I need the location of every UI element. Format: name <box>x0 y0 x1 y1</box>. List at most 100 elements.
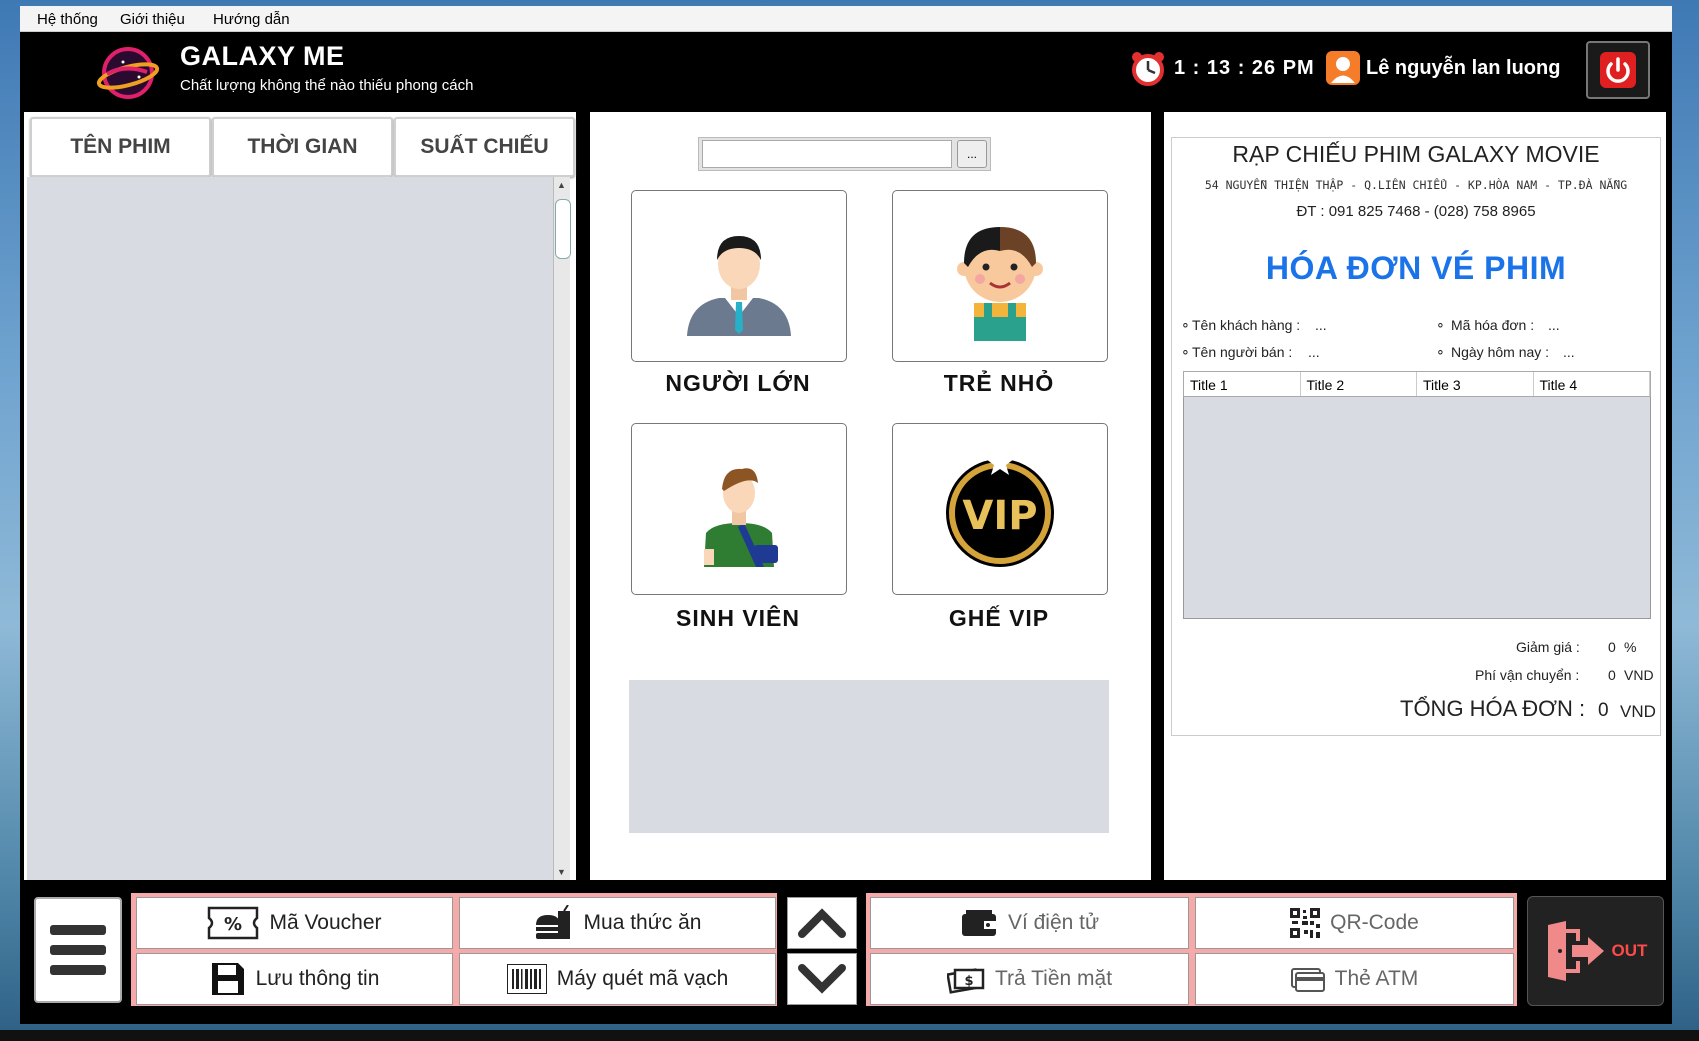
search-button[interactable]: ... <box>957 140 987 168</box>
atm-card-button[interactable]: Thẻ ATM <box>1195 953 1514 1005</box>
e-wallet-label: Ví điện tử <box>1007 911 1100 934</box>
ticket-vip-card[interactable]: VIP <box>892 423 1108 595</box>
hamburger-icon <box>50 925 106 935</box>
voucher-button[interactable]: % Mã Voucher <box>136 897 453 949</box>
hamburger-icon-bar <box>50 945 106 955</box>
svg-text:$: $ <box>964 974 973 989</box>
barcode-icon <box>506 964 547 994</box>
column-header[interactable]: Title 1 <box>1184 372 1301 396</box>
qr-code-icon <box>1290 908 1321 938</box>
clock-display: 1 : 13 : 26 PM <box>1174 57 1315 79</box>
customer-label: Tên khách hàng : <box>1192 317 1301 333</box>
seller-bullet: ∘ <box>1181 343 1190 359</box>
discount-value: 0 <box>1608 639 1616 655</box>
app-slogan: Chất lượng không thể nào thiếu phong các… <box>180 77 474 94</box>
search-input[interactable] <box>702 140 952 168</box>
invoice-table-header: Title 1 Title 2 Title 3 Title 4 <box>1183 371 1651 397</box>
movie-list-scrollbar[interactable]: ▲ ▼ <box>553 177 571 880</box>
seller-value: ... <box>1308 344 1320 360</box>
movie-list[interactable] <box>27 177 553 880</box>
scroll-up-button[interactable] <box>787 897 857 949</box>
customer-bullet: ∘ <box>1181 316 1190 332</box>
cinema-address: 54 NGUYỄN THIỆN THẬP - Q.LIÊN CHIỂU - KP… <box>1204 178 1628 192</box>
barcode-scanner-button[interactable]: Máy quét mã vạch <box>459 953 776 1005</box>
alarm-clock-icon <box>1130 50 1166 86</box>
save-info-label: Lưu thông tin <box>255 967 380 990</box>
save-info-button[interactable]: Lưu thông tin <box>136 953 453 1005</box>
voucher-label: Mã Voucher <box>269 911 382 934</box>
chevron-down-icon <box>798 964 846 994</box>
adult-man-icon <box>687 236 791 336</box>
tab-suat-chieu[interactable]: SUẤT CHIẾU <box>394 117 575 177</box>
date-value: ... <box>1563 344 1575 360</box>
shipping-label: Phí vận chuyển : <box>1475 667 1580 683</box>
menu-huong-dan[interactable]: Hướng dẫn <box>213 11 290 28</box>
column-header[interactable]: Title 4 <box>1534 372 1650 396</box>
hamburger-menu-button[interactable] <box>34 897 122 1003</box>
wallet-icon <box>961 910 996 936</box>
tab-ten-phim[interactable]: TÊN PHIM <box>30 117 211 177</box>
atm-card-label: Thẻ ATM <box>1334 967 1419 990</box>
vip-badge-text: VIP <box>962 493 1037 539</box>
hamburger-icon-bar <box>50 965 106 975</box>
ticket-adult-card[interactable] <box>631 190 847 362</box>
column-header[interactable]: Title 3 <box>1417 372 1534 396</box>
galaxy-logo-icon <box>95 44 161 102</box>
barcode-scanner-label: Máy quét mã vạch <box>556 967 729 990</box>
cash-payment-label: Trả Tiền mặt <box>994 967 1113 990</box>
total-unit: VND <box>1620 702 1656 721</box>
burger-drink-icon <box>535 905 570 939</box>
discount-unit: % <box>1624 639 1637 655</box>
customer-value: ... <box>1315 317 1327 333</box>
shipping-value: 0 <box>1608 667 1616 683</box>
user-avatar-icon <box>1326 51 1360 85</box>
tab-thoi-gian[interactable]: THỜI GIAN <box>212 117 393 177</box>
ticket-vip-label: GHẾ VIP <box>948 605 1050 631</box>
scroll-down-button[interactable] <box>787 953 857 1005</box>
scroll-down-arrow-icon[interactable]: ▼ <box>557 867 566 877</box>
invoice-items-table[interactable] <box>1183 371 1651 619</box>
invoice-no-value: ... <box>1548 317 1560 333</box>
credit-card-icon <box>1290 968 1325 992</box>
power-button[interactable] <box>1586 41 1650 99</box>
logout-label: OUT <box>1611 941 1648 960</box>
buy-food-button[interactable]: Mua thức ăn <box>459 897 776 949</box>
e-wallet-button[interactable]: Ví điện tử <box>870 897 1189 949</box>
exit-door-icon <box>1547 921 1604 981</box>
total-label: TỔNG HÓA ĐƠN : <box>1400 696 1586 721</box>
ticket-student-label: SINH VIÊN <box>675 605 801 631</box>
app-title: GALAXY ME <box>180 41 345 71</box>
menu-gioi-thieu[interactable]: Giới thiệu <box>120 11 185 28</box>
cash-payment-button[interactable]: $ Trả Tiền mặt <box>870 953 1189 1005</box>
qr-code-label: QR-Code <box>1330 911 1419 934</box>
scroll-up-arrow-icon[interactable]: ▲ <box>557 180 566 190</box>
ticket-child-card[interactable] <box>892 190 1108 362</box>
cash-icon: $ <box>946 968 985 994</box>
date-label: Ngày hôm nay : <box>1451 344 1550 360</box>
menu-he-thong[interactable]: Hệ thống <box>37 11 98 28</box>
discount-label: Giảm giá : <box>1516 639 1580 655</box>
ticket-child-label: TRẺ NHỎ <box>943 370 1055 396</box>
user-name: Lê nguyễn lan luong <box>1366 57 1561 79</box>
vip-badge-icon: VIP <box>946 449 1054 567</box>
logout-button[interactable]: OUT <box>1527 896 1664 1006</box>
date-bullet: ∘ <box>1436 343 1445 359</box>
chevron-up-icon <box>798 908 846 938</box>
child-icon <box>957 227 1043 341</box>
column-header[interactable]: Title 2 <box>1301 372 1417 396</box>
cinema-phone: ĐT : 091 825 7468 - (028) 758 8965 <box>1296 203 1536 220</box>
ticket-student-card[interactable] <box>631 423 847 595</box>
voucher-ticket-icon: % <box>208 906 259 940</box>
selected-ticket-area <box>629 680 1109 833</box>
os-taskbar <box>0 1030 1699 1041</box>
cinema-name: RẠP CHIẾU PHIM GALAXY MOVIE <box>1232 141 1600 167</box>
shipping-unit: VND <box>1624 667 1654 683</box>
invoice-no-bullet: ∘ <box>1436 316 1445 332</box>
menu-bar: Hệ thống Giới thiệu Hướng dẫn <box>20 6 1672 32</box>
qr-code-button[interactable]: QR-Code <box>1195 897 1514 949</box>
svg-text:%: % <box>224 914 242 935</box>
buy-food-label: Mua thức ăn <box>583 911 702 934</box>
invoice-no-label: Mã hóa đơn : <box>1451 317 1535 333</box>
seller-label: Tên người bán : <box>1192 344 1293 360</box>
scrollbar-thumb[interactable] <box>555 199 571 259</box>
